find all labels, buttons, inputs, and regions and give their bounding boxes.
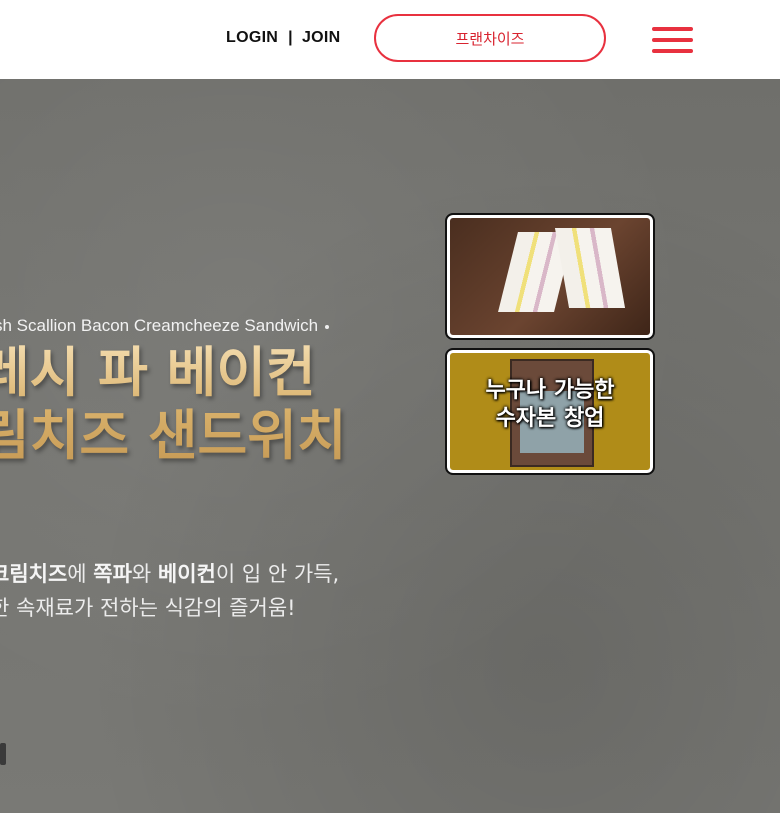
auth-links: LOGIN | JOIN	[226, 29, 341, 47]
desc-line-1: 크림치즈에 쪽파와 베이컨이 입 안 가득,	[0, 562, 340, 586]
product-title: 레시 파 베이컨 림치즈 샌드위치	[0, 341, 347, 467]
startup-banner-text: 누구나 가능한 수자본 창업	[485, 378, 615, 431]
sandwich-image	[554, 228, 626, 308]
hamburger-icon[interactable]	[652, 27, 694, 53]
startup-banner-card[interactable]: 누구나 가능한 수자본 창업	[445, 348, 655, 475]
product-english-name: sh Scallion Bacon Creamcheeze Sandwich	[0, 316, 330, 336]
sandwich-photo-card[interactable]	[445, 213, 655, 340]
desc-line-2: 한 속재료가 전하는 식감의 즐거움!	[0, 596, 296, 620]
hero-banner: sh Scallion Bacon Creamcheeze Sandwich 레…	[0, 79, 780, 813]
title-line-1: 레시 파 베이컨	[0, 340, 316, 404]
bullet-dot-icon	[325, 324, 330, 329]
title-line-2: 림치즈 샌드위치	[0, 403, 347, 467]
franchise-button[interactable]: 프랜차이즈	[374, 14, 606, 62]
login-link[interactable]: LOGIN	[226, 29, 278, 47]
slider-edge-handle	[0, 743, 6, 765]
product-description: 크림치즈에 쪽파와 베이컨이 입 안 가득, 한 속재료가 전하는 식감의 즐거…	[0, 557, 339, 625]
site-header: LOGIN | JOIN 프랜차이즈	[0, 0, 780, 79]
auth-separator: |	[288, 29, 293, 46]
join-link[interactable]: JOIN	[302, 29, 341, 47]
